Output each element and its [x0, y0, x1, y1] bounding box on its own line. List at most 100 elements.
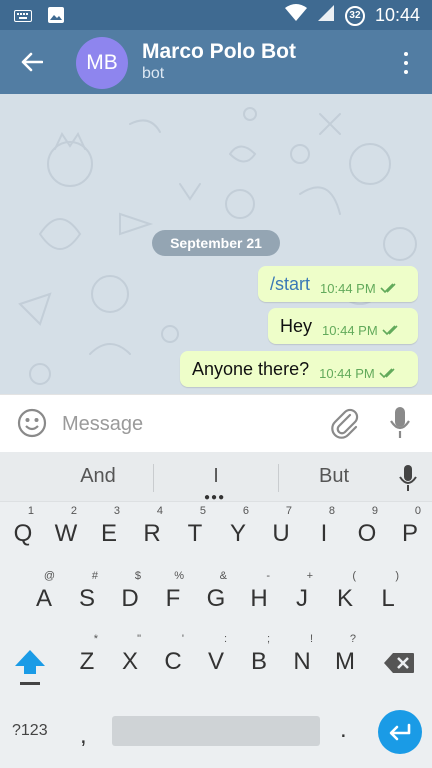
key-hint: 5: [199, 505, 206, 517]
avatar[interactable]: MB: [76, 37, 128, 89]
space-key[interactable]: [112, 716, 320, 746]
more-options-button[interactable]: [394, 48, 418, 78]
microphone-icon: [390, 407, 410, 438]
key-hint: -: [266, 570, 270, 582]
key-hint: ?: [349, 633, 356, 645]
key-l[interactable]: ) L: [368, 567, 408, 623]
key-n[interactable]: ! N: [282, 630, 322, 686]
soft-keyboard: And I ●●● But 1Q2W3E4R5T6Y7U8I9O0P @ A # S $…: [0, 452, 432, 768]
key-label: Q: [13, 520, 33, 547]
attach-button[interactable]: [330, 407, 360, 444]
key-hint: ": [137, 633, 141, 645]
key-hint: 7: [285, 505, 292, 517]
key-f[interactable]: % F: [153, 567, 193, 623]
message-text[interactable]: /start: [270, 274, 310, 295]
key-c[interactable]: ' C: [153, 630, 193, 686]
key-i[interactable]: 8I: [304, 502, 344, 558]
message-text: Hey: [280, 315, 313, 336]
key-w[interactable]: 2W: [46, 502, 86, 558]
key-o[interactable]: 9O: [347, 502, 387, 558]
key-x[interactable]: " X: [110, 630, 150, 686]
key-b[interactable]: ; B: [239, 630, 279, 686]
message-time: 10:44 PM: [322, 322, 378, 338]
key-hint: ): [395, 570, 399, 582]
enter-arrow-icon: [389, 723, 411, 741]
emoji-button[interactable]: [17, 408, 47, 443]
key-hint: 3: [113, 505, 120, 517]
double-check-icon: [380, 283, 396, 294]
key-h[interactable]: -H: [239, 567, 279, 623]
key-label: S: [78, 585, 95, 612]
clock: 10:44: [374, 5, 420, 25]
message-text: Anyone there?: [192, 358, 310, 379]
key-label: C: [164, 648, 182, 675]
key-label: M: [335, 648, 355, 675]
image-icon: [48, 7, 64, 28]
key-d[interactable]: $ D: [110, 567, 150, 623]
outgoing-message[interactable]: Hey 10:44 PM: [268, 308, 418, 344]
key-hint: !: [309, 633, 313, 645]
key-hint: (: [352, 570, 356, 582]
key-hint: &: [219, 570, 227, 582]
key-k[interactable]: (K: [325, 567, 365, 623]
key-t[interactable]: 5T: [175, 502, 215, 558]
arrow-left-icon: [21, 52, 43, 72]
key-label: J: [296, 585, 308, 612]
symbols-key[interactable]: ?123: [12, 722, 48, 740]
key-j[interactable]: + J: [282, 567, 322, 623]
key-hint: %: [174, 570, 184, 582]
key-g[interactable]: & G: [196, 567, 236, 623]
key-label: Z: [79, 648, 95, 675]
key-s[interactable]: # S: [67, 567, 107, 623]
key-hint: 4: [156, 505, 163, 517]
chat-header: MB Marco Polo Bot bot: [0, 30, 432, 94]
key-label: T: [187, 520, 203, 547]
chat-area[interactable]: September 21 /start 10:44 PM Hey 10:44 P…: [0, 94, 432, 394]
key-hint: 0: [414, 505, 421, 517]
comma-key[interactable]: ,: [80, 722, 87, 750]
message-time: 10:44 PM: [319, 365, 375, 381]
key-q[interactable]: 1Q: [3, 502, 43, 558]
key-hint: *: [93, 633, 98, 645]
double-check-icon: [379, 368, 395, 379]
key-hint: +: [306, 570, 313, 582]
key-u[interactable]: 7U: [261, 502, 301, 558]
key-v[interactable]: :V: [196, 630, 236, 686]
key-hint: 6: [242, 505, 249, 517]
key-m[interactable]: ? M: [325, 630, 365, 686]
suggestion-item[interactable]: But: [274, 465, 394, 488]
delete-key[interactable]: [383, 652, 415, 679]
suggestion-item[interactable]: And: [38, 465, 158, 488]
voice-message-button[interactable]: [388, 405, 412, 446]
key-hint: ': [181, 633, 184, 645]
key-e[interactable]: 3E: [89, 502, 129, 558]
shift-key[interactable]: [12, 648, 48, 688]
enter-key[interactable]: [378, 710, 422, 754]
key-y[interactable]: 6Y: [218, 502, 258, 558]
message-input[interactable]: [62, 409, 312, 439]
key-a[interactable]: @ A: [24, 567, 64, 623]
outgoing-message[interactable]: Anyone there? 10:44 PM: [180, 351, 418, 387]
key-label: P: [401, 520, 418, 547]
key-label: A: [35, 585, 52, 612]
period-key[interactable]: .: [340, 716, 347, 744]
wifi-icon: [284, 4, 307, 27]
key-label: O: [357, 520, 377, 547]
key-hint: 1: [27, 505, 34, 517]
key-label: G: [206, 585, 226, 612]
key-label: F: [165, 585, 181, 612]
keyboard-mic-button[interactable]: [398, 464, 418, 497]
suggestion-item[interactable]: I: [156, 465, 276, 488]
outgoing-message[interactable]: /start 10:44 PM: [258, 266, 418, 302]
key-label: N: [293, 648, 311, 675]
key-r[interactable]: 4R: [132, 502, 172, 558]
message-composer: [0, 394, 432, 452]
keyboard-icon: [14, 9, 32, 27]
key-z[interactable]: * Z: [67, 630, 107, 686]
key-p[interactable]: 0P: [390, 502, 430, 558]
microphone-icon: [399, 465, 417, 491]
shift-arrow-icon: [15, 650, 45, 685]
back-button[interactable]: [14, 46, 50, 78]
chat-title[interactable]: Marco Polo Bot: [142, 40, 296, 64]
divider: [153, 464, 154, 492]
